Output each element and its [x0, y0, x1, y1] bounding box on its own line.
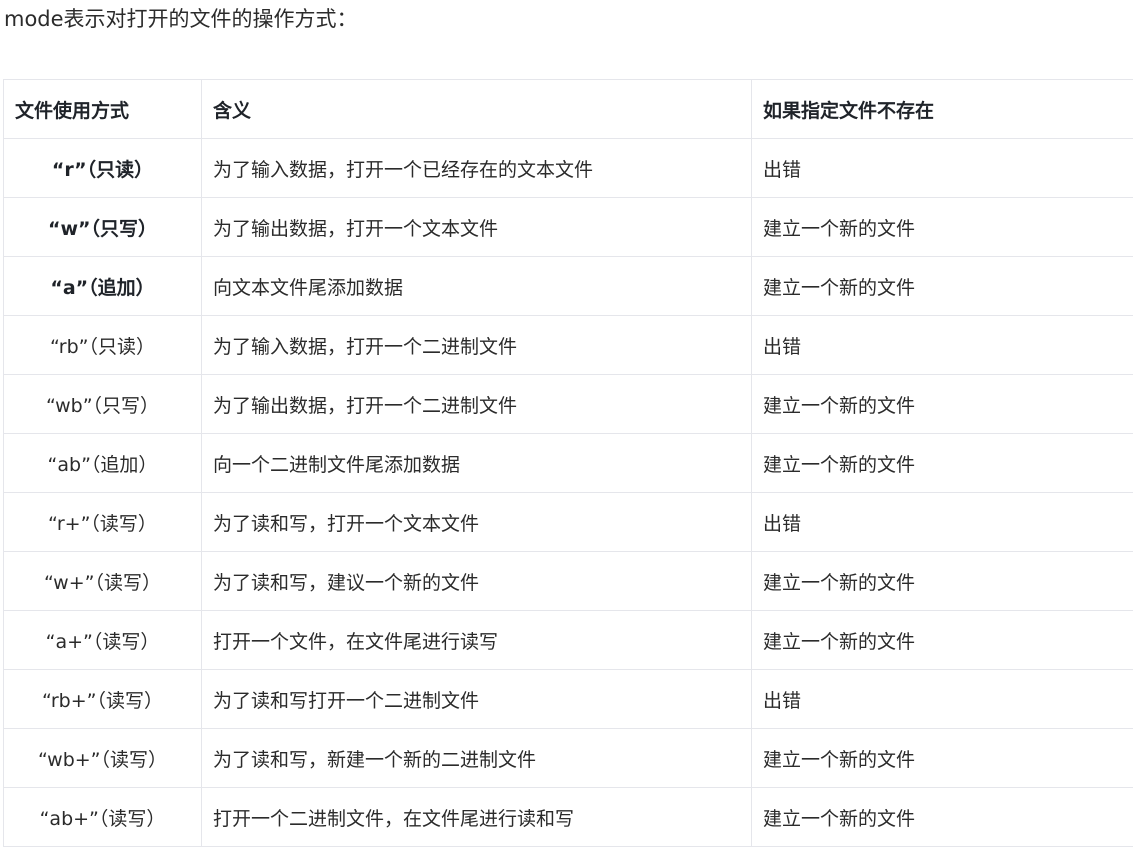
meaning-cell: 为了读和写，打开一个文本文件 — [202, 493, 752, 552]
if-missing-cell: 建立一个新的文件 — [752, 788, 1133, 847]
if-missing-cell: 出错 — [752, 493, 1133, 552]
mode-cell: “a”（追加） — [4, 257, 202, 316]
if-missing-cell: 建立一个新的文件 — [752, 198, 1133, 257]
meaning-cell: 为了输出数据，打开一个二进制文件 — [202, 375, 752, 434]
if-missing-cell: 建立一个新的文件 — [752, 375, 1133, 434]
mode-cell: “w+”（读写） — [4, 552, 202, 611]
table-row: “r”（只读） 为了输入数据，打开一个已经存在的文本文件 出错 — [4, 139, 1133, 198]
if-missing-cell: 建立一个新的文件 — [752, 611, 1133, 670]
if-missing-cell: 出错 — [752, 670, 1133, 729]
table-row: “ab”（追加） 向一个二进制文件尾添加数据 建立一个新的文件 — [4, 434, 1133, 493]
header-mode: 文件使用方式 — [4, 80, 202, 139]
mode-cell: “r”（只读） — [4, 139, 202, 198]
mode-cell: “wb+”（读写） — [4, 729, 202, 788]
mode-cell: “r+”（读写） — [4, 493, 202, 552]
mode-cell: “ab+”（读写） — [4, 788, 202, 847]
table-row: “a”（追加） 向文本文件尾添加数据 建立一个新的文件 — [4, 257, 1133, 316]
table-row: “wb”（只写） 为了输出数据，打开一个二进制文件 建立一个新的文件 — [4, 375, 1133, 434]
table-row: “w+”（读写） 为了读和写，建议一个新的文件 建立一个新的文件 — [4, 552, 1133, 611]
table-row: “r+”（读写） 为了读和写，打开一个文本文件 出错 — [4, 493, 1133, 552]
header-if-missing: 如果指定文件不存在 — [752, 80, 1133, 139]
intro-text: mode表示对打开的文件的操作方式： — [4, 4, 358, 34]
meaning-cell: 为了输入数据，打开一个二进制文件 — [202, 316, 752, 375]
if-missing-cell: 建立一个新的文件 — [752, 257, 1133, 316]
table-row: “a+”（读写） 打开一个文件，在文件尾进行读写 建立一个新的文件 — [4, 611, 1133, 670]
mode-cell: “a+”（读写） — [4, 611, 202, 670]
meaning-cell: 为了输出数据，打开一个文本文件 — [202, 198, 752, 257]
meaning-cell: 为了读和写，建议一个新的文件 — [202, 552, 752, 611]
mode-cell: “rb”（只读） — [4, 316, 202, 375]
meaning-cell: 打开一个二进制文件，在文件尾进行读和写 — [202, 788, 752, 847]
if-missing-cell: 建立一个新的文件 — [752, 729, 1133, 788]
table-row: “rb+”（读写） 为了读和写打开一个二进制文件 出错 — [4, 670, 1133, 729]
table-header-row: 文件使用方式 含义 如果指定文件不存在 — [4, 80, 1133, 139]
meaning-cell: 打开一个文件，在文件尾进行读写 — [202, 611, 752, 670]
table-row: “w”（只写） 为了输出数据，打开一个文本文件 建立一个新的文件 — [4, 198, 1133, 257]
meaning-cell: 为了读和写，新建一个新的二进制文件 — [202, 729, 752, 788]
mode-cell: “ab”（追加） — [4, 434, 202, 493]
table-row: “rb”（只读） 为了输入数据，打开一个二进制文件 出错 — [4, 316, 1133, 375]
meaning-cell: 向一个二进制文件尾添加数据 — [202, 434, 752, 493]
meaning-cell: 为了输入数据，打开一个已经存在的文本文件 — [202, 139, 752, 198]
table-header: 文件使用方式 含义 如果指定文件不存在 — [4, 80, 1133, 139]
header-meaning: 含义 — [202, 80, 752, 139]
mode-cell: “w”（只写） — [4, 198, 202, 257]
mode-cell: “wb”（只写） — [4, 375, 202, 434]
table-row: “ab+”（读写） 打开一个二进制文件，在文件尾进行读和写 建立一个新的文件 — [4, 788, 1133, 847]
if-missing-cell: 建立一个新的文件 — [752, 434, 1133, 493]
table-row: “wb+”（读写） 为了读和写，新建一个新的二进制文件 建立一个新的文件 — [4, 729, 1133, 788]
if-missing-cell: 建立一个新的文件 — [752, 552, 1133, 611]
if-missing-cell: 出错 — [752, 139, 1133, 198]
table-body: “r”（只读） 为了输入数据，打开一个已经存在的文本文件 出错 “w”（只写） … — [4, 139, 1133, 847]
meaning-cell: 向文本文件尾添加数据 — [202, 257, 752, 316]
mode-cell: “rb+”（读写） — [4, 670, 202, 729]
file-mode-table: 文件使用方式 含义 如果指定文件不存在 “r”（只读） 为了输入数据，打开一个已… — [3, 79, 1133, 847]
meaning-cell: 为了读和写打开一个二进制文件 — [202, 670, 752, 729]
if-missing-cell: 出错 — [752, 316, 1133, 375]
